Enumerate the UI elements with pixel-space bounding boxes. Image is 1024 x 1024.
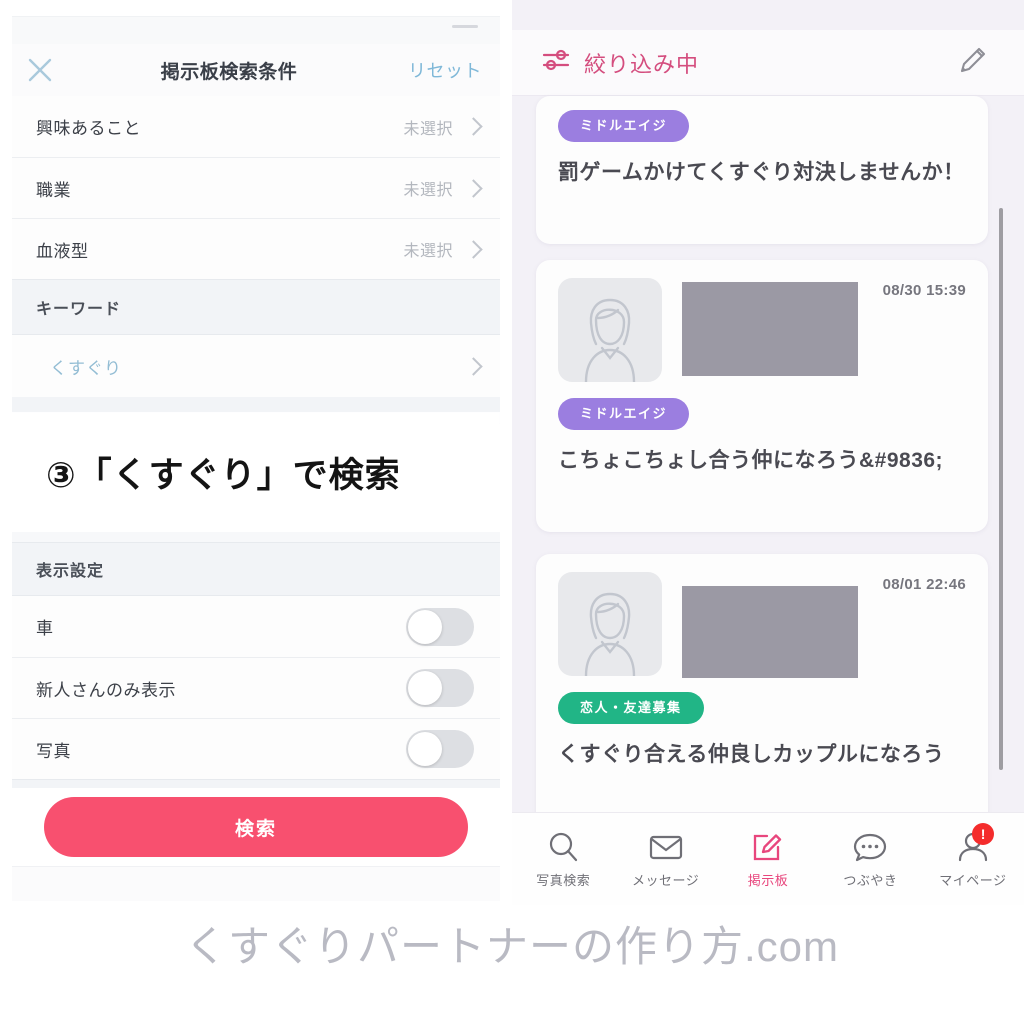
toggle-knob <box>408 732 442 766</box>
bottom-tab-bar: 写真検索 メッセージ 掲示板 つぶやき ! マイページ <box>512 812 1024 905</box>
category-badge: 恋人・友達募集 <box>558 692 704 724</box>
board-list-panel: 絞り込み中 ミドルエイジ 罰ゲームかけてくすぐり対決しませんか！ 08/30 1… <box>512 0 1024 905</box>
filter-row-label: 職業 <box>36 180 71 200</box>
toggle-knob <box>408 609 442 644</box>
filter-row-label: 血液型 <box>36 241 89 261</box>
board-card-title: こちょこちょし合う仲になろう&#9836; <box>558 449 944 472</box>
board-card-media-row: 08/30 15:39 <box>558 278 966 382</box>
vertical-scrollbar[interactable] <box>999 208 1003 770</box>
mail-envelope-icon <box>648 827 684 867</box>
search-button-area: 検索 <box>12 788 500 866</box>
tab-board[interactable]: 掲示板 <box>717 827 819 889</box>
watermark: くすぐりパートナーの作り方.com <box>0 903 1024 983</box>
tab-label: 掲示板 <box>747 873 789 888</box>
watermark-text: くすぐりパートナーの作り方.com <box>184 922 839 970</box>
category-badge: ミドルエイジ <box>558 398 690 430</box>
board-card-timestamp: 08/30 15:39 <box>882 282 966 299</box>
pencil-edit-icon[interactable] <box>954 41 992 84</box>
toggle-knob <box>408 671 442 705</box>
board-cards-scroll-area[interactable]: ミドルエイジ 罰ゲームかけてくすぐり対決しませんか！ 08/30 15:39 ミ… <box>512 96 1024 826</box>
redaction-bar <box>682 586 858 678</box>
compose-board-icon <box>751 827 785 867</box>
filter-row-value: 未選択 <box>403 243 453 260</box>
filter-row-value: 未選択 <box>403 182 453 199</box>
person-placeholder-icon <box>558 278 662 382</box>
clipped-top-row <box>12 16 500 45</box>
chat-bubble-icon <box>852 827 888 867</box>
reset-button[interactable]: リセット <box>390 57 500 83</box>
tab-label: メッセージ <box>631 873 700 888</box>
toggle-row-car[interactable]: 車 <box>12 596 500 657</box>
tab-messages[interactable]: メッセージ <box>614 827 716 889</box>
sliders-filter-icon[interactable] <box>542 47 572 78</box>
section-label: 表示設定 <box>36 563 105 580</box>
person-placeholder-icon <box>558 572 662 676</box>
section-header-keyword: キーワード <box>12 279 500 335</box>
board-card-media-row: 08/01 22:46 <box>558 572 966 678</box>
board-card[interactable]: ミドルエイジ 罰ゲームかけてくすぐり対決しませんか！ <box>536 96 988 244</box>
bottom-strip <box>12 866 500 901</box>
tab-mypage[interactable]: ! マイページ <box>922 823 1024 889</box>
toggle-row-photo[interactable]: 写真 <box>12 718 500 779</box>
search-button[interactable]: 検索 <box>44 797 468 857</box>
tab-tweets[interactable]: つぶやき <box>819 827 921 889</box>
filter-row-interests[interactable]: 興味あること 未選択 <box>12 96 500 157</box>
annotation-caption-band: ③「くすぐり」で検索 <box>0 413 499 531</box>
board-card-title: 罰ゲームかけてくすぐり対決しませんか！ <box>558 161 965 184</box>
filter-row-label: 興味あること <box>36 119 141 138</box>
tab-label: マイページ <box>939 873 1007 888</box>
divider <box>12 779 500 788</box>
toggle-row-newcomers[interactable]: 新人さんのみ表示 <box>12 657 500 718</box>
chevron-right-icon <box>464 356 483 376</box>
keyword-input-row[interactable]: くすぐり <box>12 335 500 397</box>
board-card-title: くすぐり合える仲良しカップルになろう <box>558 743 945 766</box>
search-conditions-panel: 掲示板検索条件 リセット 興味あること 未選択 職業 未選択 血液型 未選択 キ… <box>0 0 512 905</box>
tab-label: つぶやき <box>843 873 898 888</box>
board-card[interactable]: 08/30 15:39 ミドルエイジ こちょこちょし合う仲になろう&#9836; <box>536 260 988 532</box>
search-icon <box>546 827 580 867</box>
chevron-right-icon <box>464 117 483 136</box>
filter-row-value: 未選択 <box>403 120 453 138</box>
board-list-header: 絞り込み中 <box>512 30 1024 96</box>
tab-photo-search[interactable]: 写真検索 <box>512 827 614 889</box>
notification-badge: ! <box>972 823 995 845</box>
filter-row-occupation[interactable]: 職業 未選択 <box>12 157 500 218</box>
toggle-switch-car[interactable] <box>406 607 474 646</box>
section-label: キーワード <box>36 301 122 318</box>
chevron-right-icon <box>464 239 483 259</box>
search-conditions-header: 掲示板検索条件 リセット <box>12 44 500 97</box>
toggle-label: 車 <box>36 619 54 638</box>
screenshot-stage: 掲示板検索条件 リセット 興味あること 未選択 職業 未選択 血液型 未選択 キ… <box>0 0 1024 1024</box>
tab-label: 写真検索 <box>536 873 591 888</box>
filter-status-label: 絞り込み中 <box>584 51 700 77</box>
board-card[interactable]: 08/01 22:46 恋人・友達募集 くすぐり合える仲良しカップルになろう <box>536 554 988 826</box>
close-x-icon[interactable] <box>12 55 68 85</box>
keyword-value: くすぐり <box>50 358 122 378</box>
toggle-label: 写真 <box>36 741 71 761</box>
toggle-label: 新人さんのみ表示 <box>36 680 176 700</box>
category-badge: ミドルエイジ <box>558 110 690 142</box>
chevron-right-icon <box>464 178 483 198</box>
board-card-timestamp: 08/01 22:46 <box>882 576 966 593</box>
toggle-switch-newcomers[interactable] <box>406 669 474 707</box>
page-title: 掲示板検索条件 <box>160 61 298 83</box>
filter-row-bloodtype[interactable]: 血液型 未選択 <box>12 218 500 279</box>
toggle-switch-photo[interactable] <box>406 730 474 768</box>
annotation-caption-text: ③「くすぐり」で検索 <box>46 455 401 495</box>
redaction-bar <box>682 282 858 376</box>
section-header-display: 表示設定 <box>12 542 500 596</box>
